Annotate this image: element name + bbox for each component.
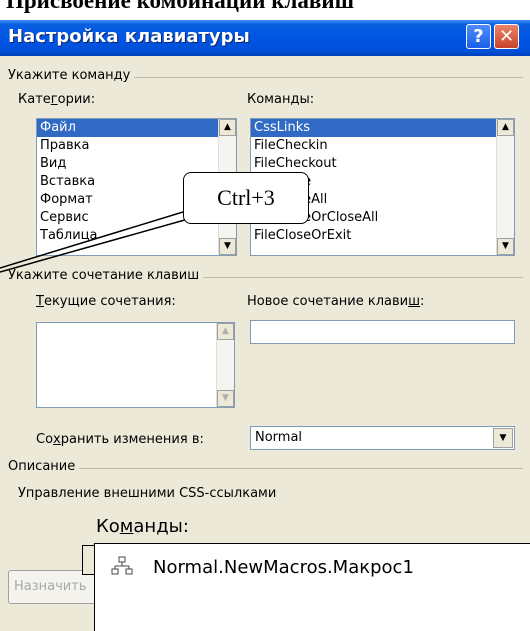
new-shortcut-label: Новое сочетание клавиш: — [247, 294, 425, 309]
dropdown-arrow-icon[interactable]: ▼ — [493, 428, 513, 448]
overlay-edge — [82, 545, 94, 575]
scroll-up-icon[interactable]: ▲ — [219, 119, 236, 136]
command-item[interactable]: FileCheckout — [251, 155, 514, 173]
overlay-commands-label: Команды: — [96, 516, 189, 537]
scroll-down-icon: ▼ — [217, 390, 234, 407]
save-in-select[interactable]: Normal ▼ — [250, 426, 515, 450]
category-item[interactable]: Таблица — [37, 227, 236, 245]
assign-button[interactable]: Назначить — [8, 570, 96, 604]
keyboard-settings-dialog: Настройка клавиатуры ? ✕ Укажите команду… — [0, 20, 530, 631]
command-group-title: Укажите команду — [8, 68, 135, 83]
scroll-down-icon[interactable]: ▼ — [497, 238, 514, 255]
scroll-up-icon[interactable]: ▲ — [497, 119, 514, 136]
current-keys-label: Текущие сочетания: — [36, 294, 176, 309]
save-in-label: Сохранить изменения в: — [36, 432, 204, 447]
category-item[interactable]: Правка — [37, 137, 236, 155]
categories-label: Категории: — [18, 92, 96, 107]
category-item[interactable]: Файл — [37, 119, 236, 137]
description-text: Управление внешними CSS-ссылками — [18, 486, 277, 501]
keys-group-title: Укажите сочетание клавиш — [8, 268, 204, 283]
title-bar[interactable]: Настройка клавиатуры ? ✕ — [0, 20, 530, 56]
help-button[interactable]: ? — [466, 24, 491, 49]
shortcut-callout: Ctrl+3 — [183, 172, 309, 224]
scroll-down-icon[interactable]: ▼ — [219, 238, 236, 255]
scroll-up-icon: ▲ — [217, 323, 234, 340]
new-shortcut-input[interactable] — [250, 320, 515, 344]
save-in-value: Normal — [255, 430, 303, 445]
page-heading: Присвоение комбинаций клавиш — [6, 0, 355, 13]
current-keys-list[interactable]: ▲ ▼ — [36, 322, 235, 408]
close-button[interactable]: ✕ — [494, 24, 519, 49]
macro-icon — [111, 556, 133, 575]
macro-list-item[interactable]: Normal.NewMacros.Макрос1 — [111, 556, 414, 578]
command-item[interactable]: FileCheckin — [251, 137, 514, 155]
category-item[interactable]: Вид — [37, 155, 236, 173]
command-item[interactable]: CssLinks — [251, 119, 514, 137]
macro-name: Normal.NewMacros.Макрос1 — [153, 557, 414, 578]
current-keys-scrollbar[interactable]: ▲ ▼ — [216, 323, 234, 407]
description-title: Описание — [8, 459, 80, 474]
group-divider — [8, 468, 523, 469]
commands-label: Команды: — [247, 92, 315, 107]
command-item[interactable]: FileCloseOrExit — [251, 227, 514, 245]
commands-scrollbar[interactable]: ▲ ▼ — [496, 119, 514, 255]
macro-commands-list[interactable]: Normal.NewMacros.Макрос1 — [94, 543, 530, 631]
dialog-title: Настройка клавиатуры — [8, 26, 250, 47]
